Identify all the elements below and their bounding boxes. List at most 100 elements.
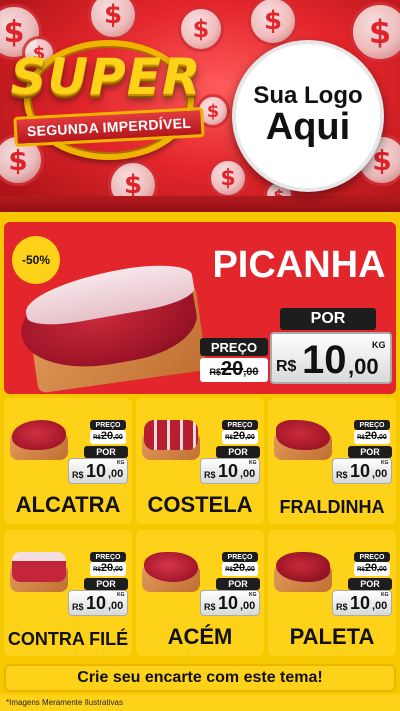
meat-cut [12,420,66,450]
new-price-label: POR [348,578,392,590]
old-price-label: PREÇO [354,420,390,430]
product-name: ACÉM [167,624,233,649]
new-price: R$ 10,00 KG [68,590,128,616]
old-price-label: PREÇO [90,552,126,562]
meat-cut [12,552,66,582]
new-price: R$ 10,00 KG [68,458,128,484]
new-price-currency: R$ [336,602,348,612]
product-name: FRALDINHA [279,497,385,517]
header-stripe-accent [0,212,400,218]
new-price-dec: ,00 [240,468,256,480]
new-price-label: POR [216,446,260,458]
new-price-int: 10 [86,461,107,481]
unit-kg: KG [381,592,389,598]
old-price-currency: R$ [357,567,365,573]
old-price-dec: ,00 [245,566,255,573]
new-price: R$ 10,00 KG [332,458,392,484]
old-price-int: 20 [220,358,244,380]
unit-kg: KG [372,340,386,350]
new-price-currency: R$ [336,470,348,480]
old-price-currency: R$ [225,567,233,573]
new-price-dec: ,00 [108,468,124,480]
unit-kg: KG [381,460,389,466]
new-price-dec: ,00 [372,600,388,612]
new-price-dec: ,00 [372,468,388,480]
product-image [140,546,202,594]
logo-line1: Sua Logo [253,82,363,110]
old-price: R$ 20,00 [354,562,390,576]
old-price-int: 20 [232,430,246,442]
new-price-currency: R$ [204,602,216,612]
old-price-label: PREÇO [354,552,390,562]
header-banner: $ $ $ $ $ $ $ $ $ $ $ $ SUPER SEGUNDA IM… [0,0,400,218]
old-price-label: PREÇO [200,338,268,356]
super-logo: SUPER SEGUNDA IMPERDÍVEL [6,38,206,168]
new-price-int: 10 [218,461,239,481]
product-name: PALETA [289,624,375,649]
old-price-dec: ,00 [377,566,387,573]
old-price-currency: R$ [93,567,101,573]
old-price-int: 20 [100,562,114,574]
product-image [272,414,334,462]
product-image [8,414,70,462]
featured-product-name: PICANHA [212,244,386,286]
unit-kg: KG [249,592,257,598]
new-price: R$ 10 ,00 KG [270,332,392,384]
old-price-int: 20 [100,430,114,442]
disclaimer: *Imagens Meramente Ilustrativas [0,694,400,711]
meat-cut [276,420,330,450]
unit-kg: KG [117,592,125,598]
new-price-label: POR [216,578,260,590]
product-image [140,414,202,462]
product-card: PREÇO R$ 20,00 POR R$ 10,00 KG PALETA [268,530,396,656]
product-card: PREÇO R$ 20,00 POR R$ 10,00 KG ACÉM [136,530,264,656]
old-price-label: PREÇO [90,420,126,430]
new-price-label: POR [84,578,128,590]
meat-cut [144,420,198,450]
new-price-int: 10 [350,461,371,481]
new-price-int: 10 [86,593,107,613]
product-image [8,546,70,594]
product-name: CONTRA FILÉ [7,629,129,649]
new-price-int: 10 [302,338,347,382]
old-price-int: 20 [232,562,246,574]
new-price: R$ 10,00 KG [200,590,260,616]
new-price: R$ 10,00 KG [200,458,260,484]
old-price: R$ 20,00 [90,562,126,576]
old-price-int: 20 [364,430,378,442]
dollar-coin-icon: $ [208,158,248,198]
new-price-currency: R$ [276,358,297,375]
old-price: R$ 20,00 [222,562,258,576]
old-price-dec: ,00 [243,366,259,378]
product-card: PREÇO R$ 20,00 POR R$ 10,00 KG COSTELA [136,398,264,524]
old-price-currency: R$ [225,435,233,441]
product-name: ALCATRA [15,492,121,517]
old-price-dec: ,00 [113,434,123,441]
old-price-label: PREÇO [222,420,258,430]
discount-badge: -50% [12,236,60,284]
old-price-int: 20 [364,562,378,574]
store-logo-placeholder: Sua Logo Aqui [232,40,384,192]
old-price: R$ 20 ,00 [200,358,268,382]
new-price-currency: R$ [72,470,84,480]
new-price-dec: ,00 [108,600,124,612]
new-price-currency: R$ [72,602,84,612]
product-image [272,546,334,594]
product-name: COSTELA [147,492,253,517]
new-price-label: POR [280,308,376,330]
dollar-coin-icon: $ [88,0,138,40]
new-price-dec: ,00 [240,600,256,612]
cta-banner[interactable]: Crie seu encarte com este tema! [4,664,396,692]
product-card: PREÇO R$ 20,00 POR R$ 10,00 KG ALCATRA [4,398,132,524]
unit-kg: KG [117,460,125,466]
old-price: R$ 20,00 [354,430,390,444]
new-price: R$ 10,00 KG [332,590,392,616]
old-price-dec: ,00 [377,434,387,441]
product-card: PREÇO R$ 20,00 POR R$ 10,00 KG FRALDINHA [268,398,396,524]
old-price-dec: ,00 [245,434,255,441]
super-title: SUPER [10,48,202,106]
old-price-dec: ,00 [113,566,123,573]
old-price: R$ 20,00 [222,430,258,444]
new-price-dec: ,00 [348,354,379,379]
unit-kg: KG [249,460,257,466]
